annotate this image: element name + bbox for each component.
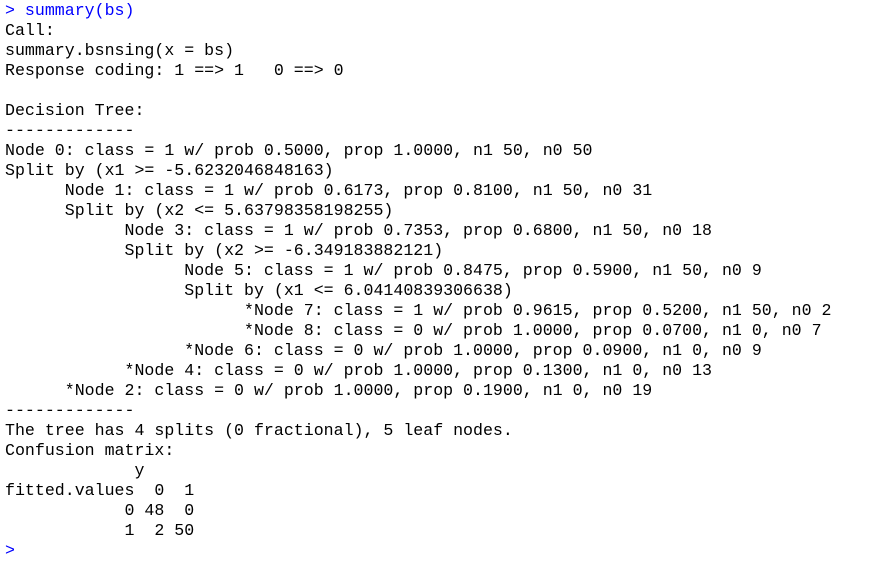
console-output-line: Split by (x2 >= -6.349183882121) (5, 241, 444, 260)
console-output-line: fitted.values 0 1 (5, 481, 195, 500)
console-output-line: Node 3: class = 1 w/ prob 0.7353, prop 0… (5, 221, 713, 240)
console-input-line[interactable]: > summary(bs) (5, 1, 879, 21)
console-input-line[interactable]: > (5, 541, 879, 561)
console-output-line: summary.bsnsing(x = bs) (5, 41, 235, 60)
console-output-line: Node 1: class = 1 w/ prob 0.6173, prop 0… (5, 181, 653, 200)
console-output-line: 0 48 0 (5, 501, 195, 520)
console-output-line: The tree has 4 splits (0 fractional), 5 … (5, 421, 513, 440)
console-output-line: *Node 7: class = 1 w/ prob 0.9615, prop … (5, 301, 832, 320)
console-output-line: Confusion matrix: (5, 441, 175, 460)
console-output-line: ------------- (5, 121, 135, 140)
console-output-line: ------------- (5, 401, 135, 420)
console-output-line: Node 0: class = 1 w/ prob 0.5000, prop 1… (5, 141, 593, 160)
console-output-line: *Node 6: class = 0 w/ prob 1.0000, prop … (5, 341, 762, 360)
r-console[interactable]: > summary(bs) Call: summary.bsnsing(x = bs… (0, 0, 879, 561)
console-output-line: Split by (x1 >= -5.6232046848163) (5, 161, 334, 180)
console-output-line: 1 2 50 (5, 521, 195, 540)
console-output-line: Split by (x2 <= 5.63798358198255) (5, 201, 394, 220)
console-output-line: Node 5: class = 1 w/ prob 0.8475, prop 0… (5, 261, 762, 280)
console-output-line: Decision Tree: (5, 101, 145, 120)
console-output-line: Call: (5, 21, 55, 40)
console-output-line: *Node 4: class = 0 w/ prob 1.0000, prop … (5, 361, 713, 380)
console-output-line: Split by (x1 <= 6.04140839306638) (5, 281, 513, 300)
console-output-line: Response coding: 1 ==> 1 0 ==> 0 (5, 61, 344, 80)
console-output-line: *Node 2: class = 0 w/ prob 1.0000, prop … (5, 381, 653, 400)
console-output-line: y (5, 461, 145, 480)
console-output-line: *Node 8: class = 0 w/ prob 1.0000, prop … (5, 321, 822, 340)
